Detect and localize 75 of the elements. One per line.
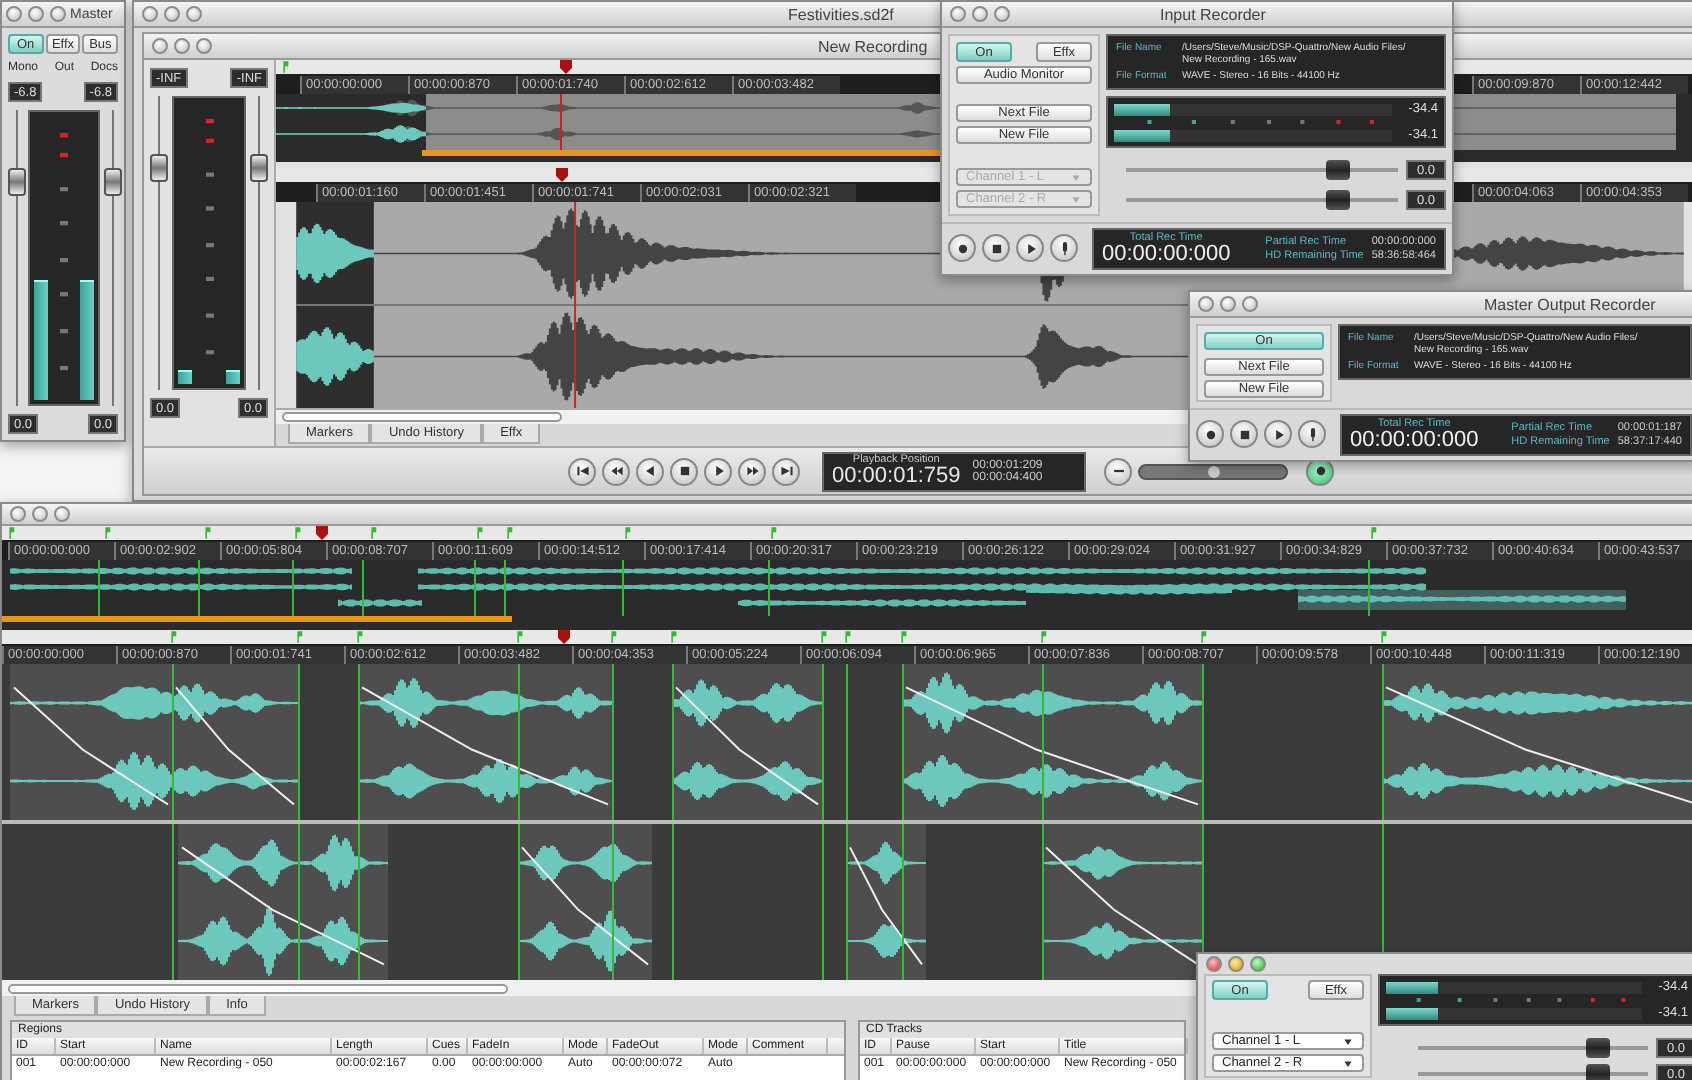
window-title: Festivities.sd2f	[788, 5, 894, 23]
marker-flag-icon	[608, 630, 618, 644]
microphone-button[interactable]	[1298, 420, 1326, 448]
marker-flag-icon	[514, 630, 524, 644]
step-back-icon	[643, 464, 657, 478]
play-button[interactable]	[1016, 234, 1044, 262]
marker-flag-icon	[474, 526, 484, 540]
playhead-marker-icon	[556, 168, 568, 182]
playback-time: 00:00:01:759	[832, 466, 961, 488]
gain-slider-thumb[interactable]	[1326, 160, 1351, 180]
record-icon	[955, 241, 969, 255]
fader-knob[interactable]	[103, 168, 121, 197]
window-title: New Recording	[818, 37, 928, 55]
marker-flag-icon	[280, 60, 290, 74]
record-icon	[1203, 427, 1217, 441]
record-button[interactable]	[948, 234, 976, 262]
marker-flag-icon	[168, 630, 178, 644]
play-button[interactable]	[704, 457, 732, 485]
microphone-icon	[1305, 427, 1319, 441]
gain-slider-thumb[interactable]	[1326, 190, 1351, 210]
scroll-thumb[interactable]	[8, 983, 508, 993]
marker-flag-icon	[202, 526, 212, 540]
play-icon	[1023, 241, 1037, 255]
step-back-button[interactable]	[636, 457, 664, 485]
playhead-marker-icon	[560, 60, 572, 74]
fast-forward-icon	[745, 464, 759, 478]
fast-forward-button[interactable]	[738, 457, 766, 485]
gain-slider-thumb[interactable]	[1585, 1038, 1610, 1058]
total-rec-time: 00:00:00:000	[1102, 243, 1231, 265]
total-rec-time: 00:00:00:000	[1350, 429, 1479, 451]
marker-flag-icon	[6, 526, 16, 540]
marker-flag-icon	[1368, 526, 1378, 540]
fader-knob[interactable]	[150, 154, 168, 183]
marker-flag-icon	[768, 526, 778, 540]
gain-slider-thumb[interactable]	[1585, 1064, 1610, 1080]
record-icon	[1313, 464, 1327, 478]
stop-icon	[1237, 427, 1251, 441]
window-title: Master Output Recorder	[1484, 295, 1656, 313]
marker-flag-icon	[368, 526, 378, 540]
marker-flag-icon	[354, 630, 364, 644]
marker-flag-icon	[102, 526, 112, 540]
fader-knob[interactable]	[8, 168, 26, 197]
skip-back-button[interactable]	[568, 457, 596, 485]
marker-flag-icon	[504, 526, 514, 540]
stop-icon	[989, 241, 1003, 255]
stop-button[interactable]	[1230, 420, 1258, 448]
play-button[interactable]	[1264, 420, 1292, 448]
marker-flag-icon	[668, 630, 678, 644]
marker-flag-icon	[622, 526, 632, 540]
microphone-button[interactable]	[1050, 234, 1078, 262]
playhead-marker-icon	[558, 630, 570, 644]
marker-flag-icon	[292, 526, 302, 540]
marker-flag-icon	[1038, 630, 1048, 644]
window-title: Input Recorder	[1160, 5, 1266, 23]
play-icon	[711, 464, 725, 478]
rewind-icon	[609, 464, 623, 478]
minus-icon	[1111, 464, 1125, 478]
fader-knob[interactable]	[250, 154, 268, 183]
marker-flag-icon	[1198, 630, 1208, 644]
stop-button[interactable]	[982, 234, 1010, 262]
marker-flag-icon	[294, 630, 304, 644]
record-button[interactable]	[1196, 420, 1224, 448]
playhead-marker-icon	[316, 526, 328, 540]
scroll-thumb[interactable]	[282, 412, 562, 422]
minus-button[interactable]	[1104, 457, 1132, 485]
skip-forward-button[interactable]	[772, 457, 800, 485]
skip-back-icon	[575, 464, 589, 478]
microphone-icon	[1057, 241, 1071, 255]
skip-forward-icon	[779, 464, 793, 478]
zoom-slider-thumb[interactable]	[1207, 465, 1219, 477]
marker-flag-icon	[1378, 630, 1388, 644]
stop-button[interactable]	[670, 457, 698, 485]
stop-icon	[677, 464, 691, 478]
marker-flag-icon	[898, 630, 908, 644]
rewind-button[interactable]	[602, 457, 630, 485]
